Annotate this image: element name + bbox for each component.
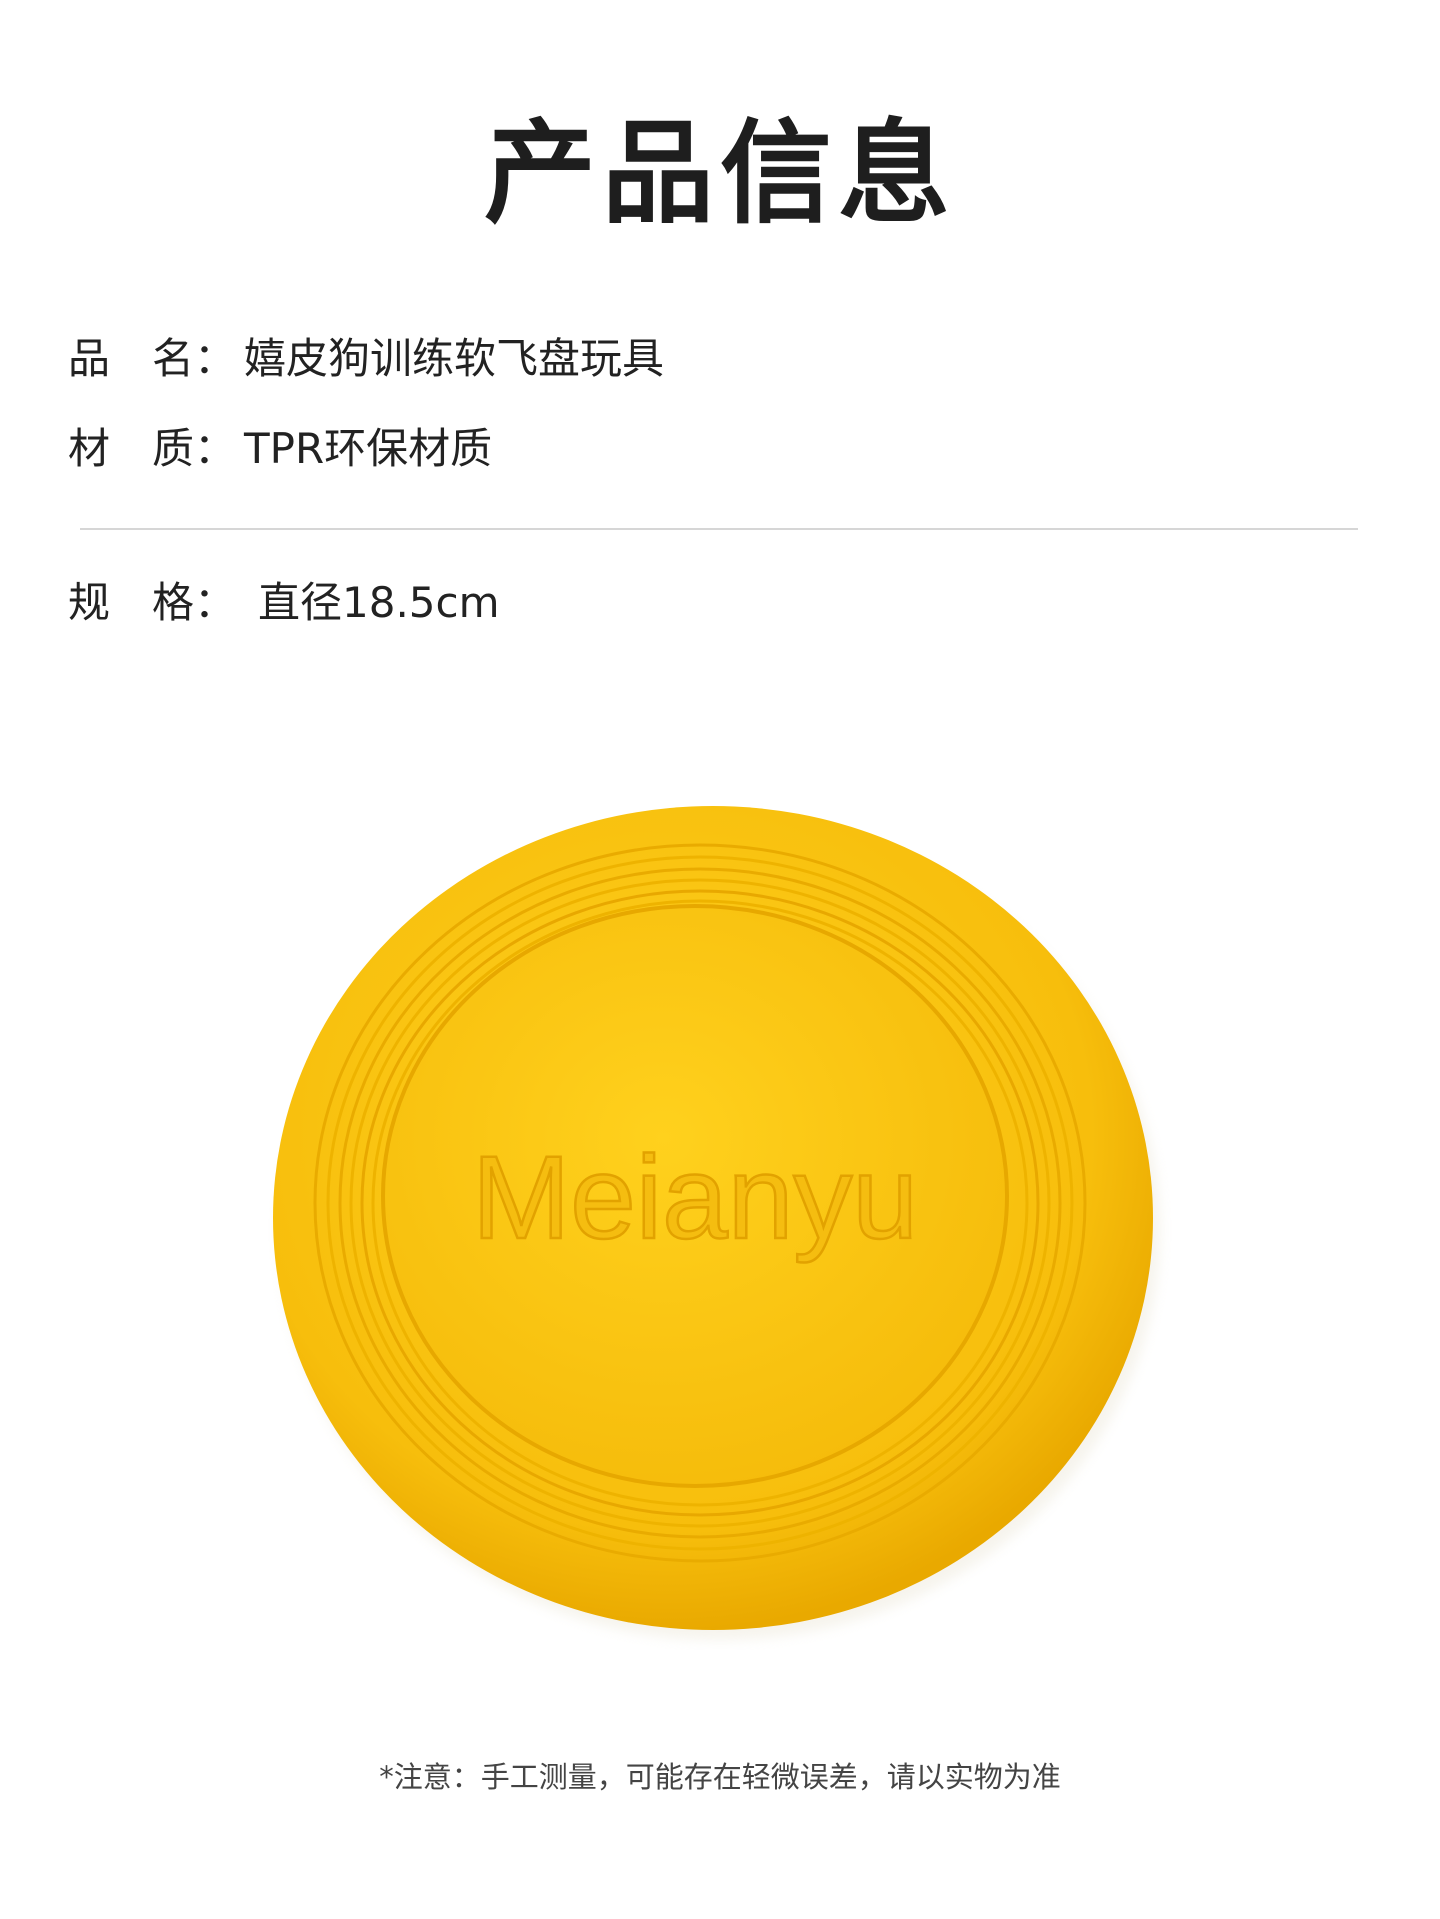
- info-label: 规 格：: [68, 578, 237, 627]
- info-label: 品 名：: [68, 334, 237, 383]
- info-label: 材 质：: [68, 424, 237, 473]
- frisbee-product-image: Meianyu: [273, 806, 1160, 1640]
- section-divider: [80, 528, 1358, 530]
- info-value: 嬉皮狗训练软飞盘玩具: [244, 334, 665, 383]
- info-row-name: 品 名： 嬉皮狗训练软飞盘玩具: [68, 338, 664, 380]
- frisbee-brand-text: Meianyu: [472, 1132, 918, 1264]
- info-value: 直径18.5cm: [258, 578, 500, 627]
- footnote: *注意：手工测量，可能存在轻微误差，请以实物为准: [379, 1760, 1061, 1794]
- info-value: TPR环保材质: [244, 424, 493, 473]
- info-row-material: 材 质： TPR环保材质: [68, 428, 492, 470]
- info-row-spec: 规 格： 直径18.5cm: [68, 582, 500, 624]
- page-title: 产品信息: [484, 109, 956, 239]
